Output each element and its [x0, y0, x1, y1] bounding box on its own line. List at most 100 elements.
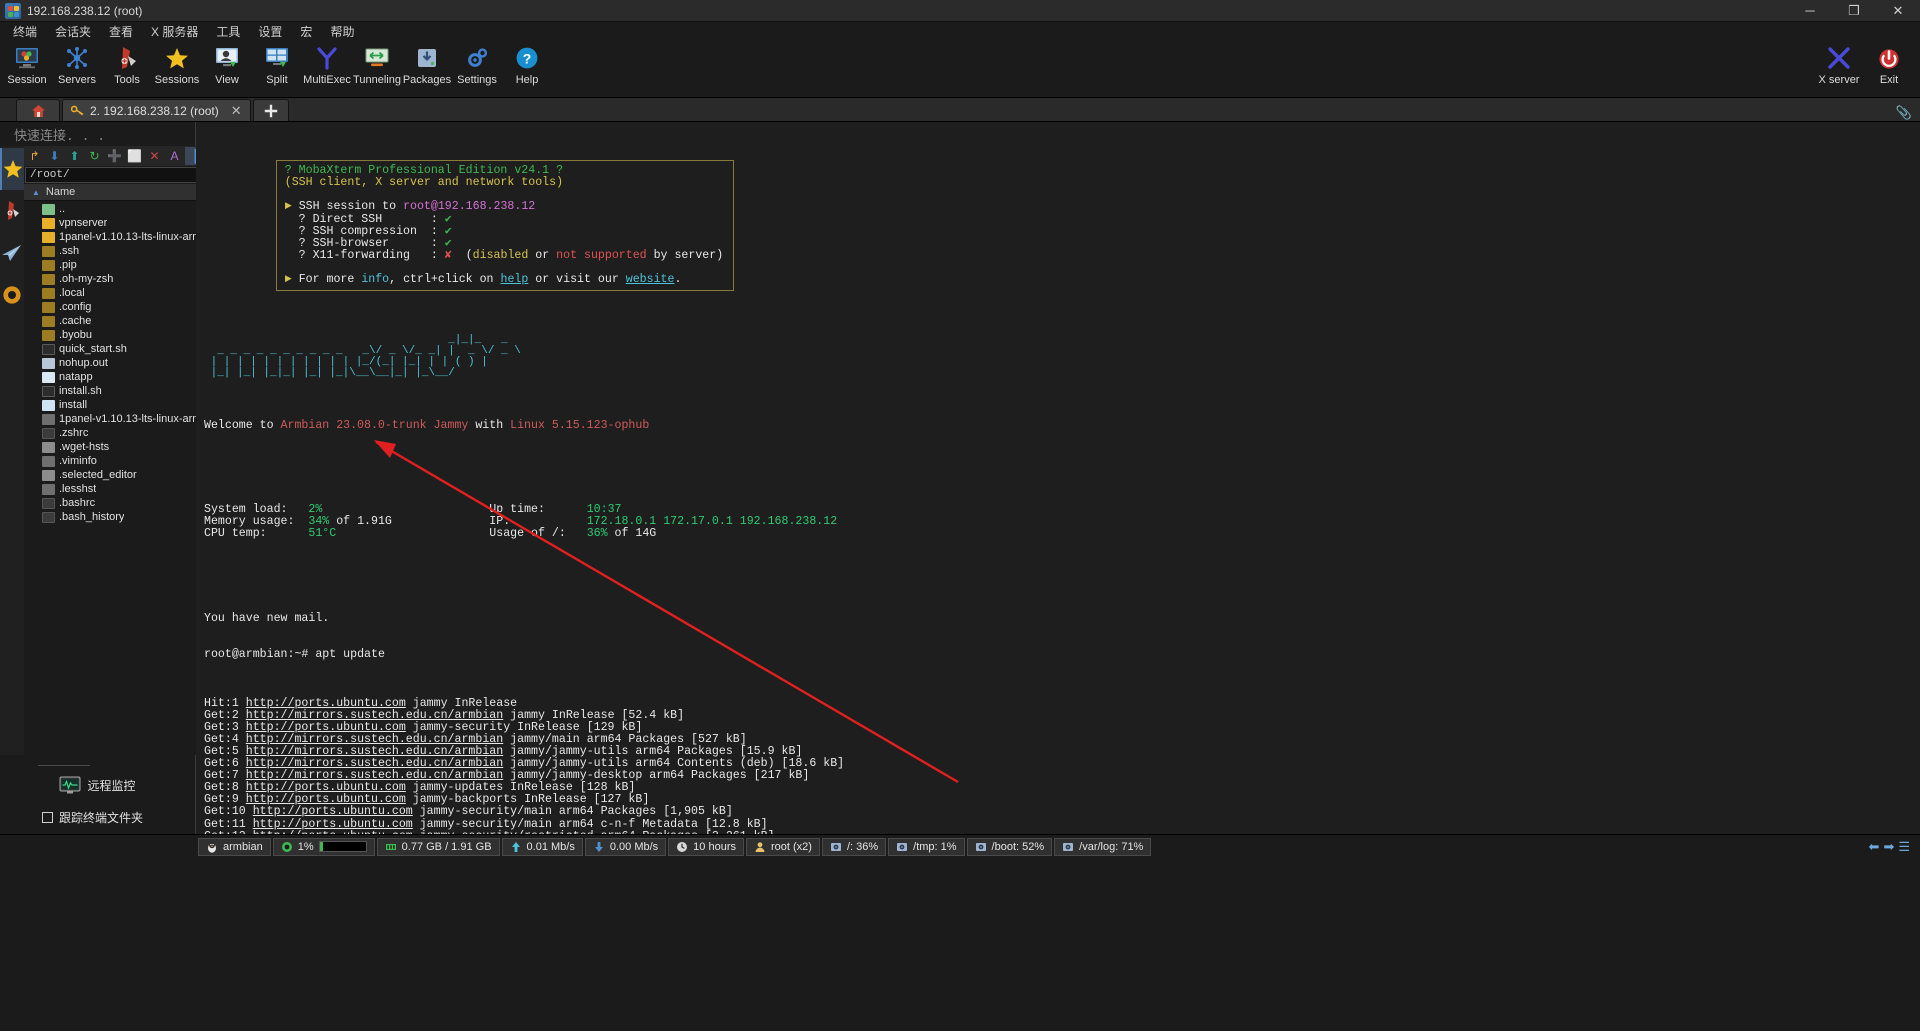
file-row[interactable]: .wget-hsts — [24, 440, 214, 454]
terminal-panel[interactable]: ? MobaXterm Professional Edition v24.1 ?… — [196, 122, 1920, 834]
file-row[interactable]: .bash_history — [24, 510, 214, 524]
text-mode-icon[interactable]: A — [165, 147, 184, 165]
close-button[interactable]: ✕ — [1876, 0, 1920, 22]
toolbar-help-button[interactable]: ? Help — [504, 43, 550, 86]
file-row[interactable]: install.sh — [24, 384, 214, 398]
upload-icon[interactable]: ⬆ — [65, 147, 84, 165]
terminal-output[interactable]: ? MobaXterm Professional Edition v24.1 ?… — [196, 122, 1920, 834]
status-download[interactable]: 0.00 Mb/s — [584, 837, 667, 856]
rail-macro-circle-icon[interactable] — [0, 274, 24, 316]
file-row[interactable]: .viminfo — [24, 454, 214, 468]
menu-settings[interactable]: 设置 — [249, 22, 291, 41]
status-users[interactable]: root (x2) — [745, 837, 820, 856]
file-row[interactable]: .zshrc — [24, 426, 214, 440]
file-row[interactable]: vpnserver — [24, 216, 214, 230]
session-tab[interactable]: 2. 192.168.238.12 (root) ✕ — [62, 99, 251, 121]
toolbar-multiexec-button[interactable]: MultiExec — [303, 43, 351, 86]
status-cpu[interactable]: 1% — [272, 837, 375, 856]
file-row[interactable]: .oh-my-zsh — [24, 272, 214, 286]
remote-monitoring-button[interactable]: 远程监控 — [0, 770, 195, 801]
status-uptime[interactable]: 10 hours — [668, 837, 744, 856]
toolbar-tunneling-button[interactable]: Tunneling — [353, 43, 401, 86]
apt-url[interactable]: http://mirrors.sustech.edu.cn/armbian — [246, 709, 503, 722]
file-row[interactable]: natapp — [24, 370, 214, 384]
apt-url[interactable]: http://ports.ubuntu.com — [246, 793, 406, 806]
apt-url[interactable]: http://ports.ubuntu.com — [246, 721, 406, 734]
rail-send-plane-icon[interactable] — [0, 232, 24, 274]
file-row[interactable]: .. — [24, 202, 214, 216]
menu-help[interactable]: 帮助 — [321, 22, 363, 41]
toolbar-view-button[interactable]: View — [204, 43, 250, 86]
status-disk-varlog[interactable]: /var/log: 71% — [1054, 837, 1152, 856]
toolbar-split-button[interactable]: Split — [254, 43, 300, 86]
status-disk-root[interactable]: /: 36% — [821, 837, 887, 856]
status-disk-boot[interactable]: /boot: 52% — [966, 837, 1053, 856]
menu-view[interactable]: 查看 — [100, 22, 142, 41]
file-row[interactable]: .selected_editor — [24, 468, 214, 482]
download-icon[interactable]: ⬇ — [45, 147, 64, 165]
file-row[interactable]: install — [24, 398, 214, 412]
file-row[interactable]: .local — [24, 286, 214, 300]
toolbar-servers-button[interactable]: Servers — [54, 43, 100, 86]
menu-terminal[interactable]: 终端 — [4, 22, 46, 41]
file-row[interactable]: 1panel-v1.10.13-lts-linux-arm... — [24, 412, 214, 426]
apt-url[interactable]: http://ports.ubuntu.com — [253, 805, 413, 818]
status-host[interactable]: armbian — [198, 837, 271, 856]
apt-url[interactable]: http://ports.ubuntu.com — [246, 781, 406, 794]
go-up-icon[interactable]: ↱ — [25, 147, 44, 165]
apt-url[interactable]: http://ports.ubuntu.com — [253, 830, 413, 834]
follow-terminal-checkbox[interactable] — [42, 812, 53, 823]
menu-sessions-folder[interactable]: 会话夹 — [46, 22, 100, 41]
rail-favorites-star-icon[interactable] — [0, 148, 24, 190]
status-memory[interactable]: 0.77 GB / 1.91 GB — [376, 837, 500, 856]
file-row[interactable]: nohup.out — [24, 356, 214, 370]
attachment-icon[interactable]: 📎 — [1896, 105, 1912, 121]
path-bar[interactable]: /root/ ∨ — [25, 167, 213, 183]
toolbar-settings-button[interactable]: Settings — [454, 43, 500, 86]
file-row[interactable]: quick_start.sh — [24, 342, 214, 356]
file-row[interactable]: .lesshst — [24, 482, 214, 496]
menu-xserver[interactable]: X 服务器 — [142, 22, 207, 41]
apt-url[interactable]: http://mirrors.sustech.edu.cn/armbian — [246, 745, 503, 758]
rail-tools-knife-icon[interactable] — [0, 190, 24, 232]
quick-connect-input[interactable]: 快速连接. . . — [0, 122, 195, 146]
toolbar-exit-button[interactable]: Exit — [1866, 43, 1912, 86]
toolbar-session-button[interactable]: Session — [4, 43, 50, 86]
new-file-icon[interactable]: ⬜ — [125, 147, 144, 165]
file-list[interactable]: .. vpnserver 1panel-v1.10.13-lts-linux-arm… — [24, 201, 214, 755]
apt-url[interactable]: http://mirrors.sustech.edu.cn/armbian — [246, 733, 503, 746]
toolbar-sessions-button[interactable]: Sessions — [154, 43, 200, 86]
banner-website-link[interactable]: website — [626, 273, 675, 286]
nav-prev-icon[interactable]: ⬅ — [1869, 839, 1880, 855]
menu-macros[interactable]: 宏 — [291, 22, 321, 41]
file-row[interactable]: .cache — [24, 314, 214, 328]
menu-tools[interactable]: 工具 — [207, 22, 249, 41]
file-row[interactable]: .pip — [24, 258, 214, 272]
nav-next-icon[interactable]: ➡ — [1883, 839, 1894, 855]
toolbar-x-server-button[interactable]: X server — [1816, 43, 1862, 86]
apt-url[interactable]: http://ports.ubuntu.com — [253, 818, 413, 831]
toolbar-tools-button[interactable]: Tools — [104, 43, 150, 86]
home-tab[interactable] — [16, 99, 60, 121]
file-row[interactable]: .ssh — [24, 244, 214, 258]
apt-url[interactable]: http://ports.ubuntu.com — [246, 697, 406, 710]
file-row[interactable]: .byobu — [24, 328, 214, 342]
apt-url[interactable]: http://mirrors.sustech.edu.cn/armbian — [246, 757, 503, 770]
delete-icon[interactable]: ✕ — [145, 147, 164, 165]
new-tab-button[interactable] — [252, 99, 289, 121]
refresh-icon[interactable]: ↻ — [85, 147, 104, 165]
apt-url[interactable]: http://mirrors.sustech.edu.cn/armbian — [246, 769, 503, 782]
toolbar-packages-button[interactable]: Packages — [403, 43, 451, 86]
status-disk-tmp[interactable]: /tmp: 1% — [888, 837, 965, 856]
status-upload[interactable]: 0.01 Mb/s — [501, 837, 583, 856]
close-tab-icon[interactable]: ✕ — [231, 103, 242, 119]
follow-terminal-folder-option[interactable]: 跟踪终端文件夹 — [0, 809, 195, 826]
new-folder-icon[interactable]: ➕ — [105, 147, 124, 165]
file-row[interactable]: 1panel-v1.10.13-lts-linux-arm64 — [24, 230, 214, 244]
maximize-button[interactable]: ❐ — [1832, 0, 1876, 22]
minimize-button[interactable]: ─ — [1788, 0, 1832, 22]
file-column-header[interactable]: ▲ Name — [24, 184, 214, 201]
nav-menu-icon[interactable]: ☰ — [1898, 839, 1910, 855]
file-row[interactable]: .config — [24, 300, 214, 314]
file-row[interactable]: .bashrc — [24, 496, 214, 510]
